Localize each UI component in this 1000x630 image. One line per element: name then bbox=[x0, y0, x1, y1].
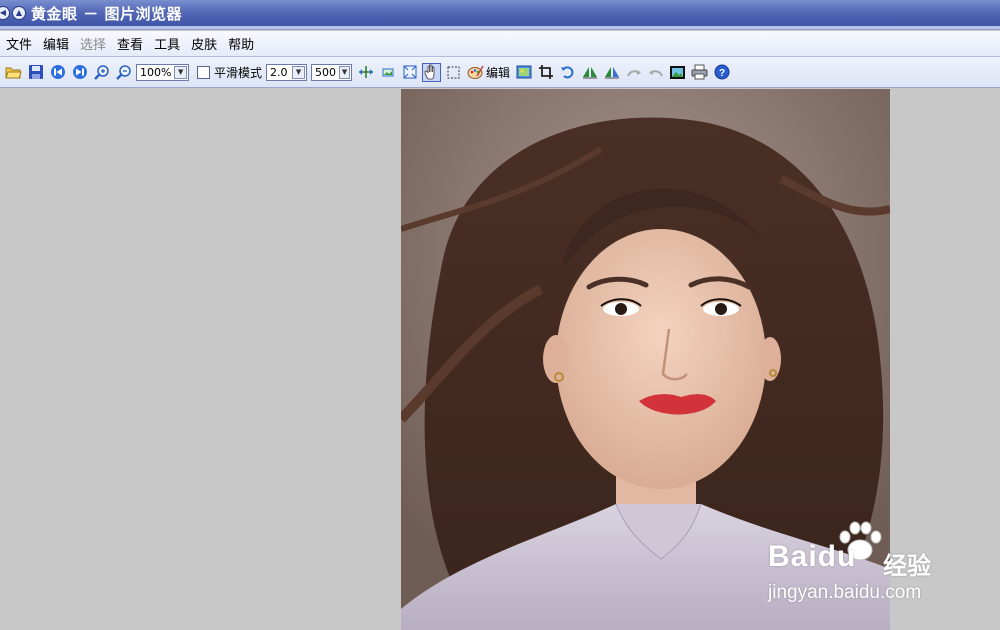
flip-horizontal-icon[interactable] bbox=[580, 63, 599, 82]
size-value: 500 bbox=[315, 65, 337, 79]
chevron-down-icon: ▼ bbox=[339, 65, 351, 79]
watermark: Baidu 经验 jingyan.baidu.com bbox=[765, 520, 955, 615]
undo-icon[interactable] bbox=[624, 63, 643, 82]
edit-label[interactable]: 编辑 bbox=[486, 64, 510, 81]
menu-file[interactable]: 文件 bbox=[6, 34, 32, 53]
chevron-down-icon: ▼ bbox=[174, 65, 187, 79]
menu-tools[interactable]: 工具 bbox=[154, 34, 180, 53]
fit-window-icon[interactable] bbox=[400, 63, 419, 82]
fit-width-icon[interactable] bbox=[356, 63, 375, 82]
edit-palette-icon[interactable] bbox=[466, 63, 485, 82]
menu-edit[interactable]: 编辑 bbox=[43, 34, 69, 53]
menu-bar: 文件 编辑 选择 查看 工具 皮肤 帮助 bbox=[0, 31, 1000, 57]
slideshow-icon[interactable] bbox=[668, 63, 687, 82]
menu-select[interactable]: 选择 bbox=[80, 34, 106, 53]
collapse-icon[interactable]: ▲ bbox=[12, 6, 26, 20]
print-icon[interactable] bbox=[690, 63, 709, 82]
toolbar: 100% ▼ 平滑模式 2.0 ▼ 500 ▼ 编辑 ? bbox=[0, 57, 1000, 88]
factor-select[interactable]: 2.0 ▼ bbox=[266, 63, 308, 81]
zoom-in-icon[interactable] bbox=[92, 63, 111, 82]
menu-view[interactable]: 查看 bbox=[117, 34, 143, 53]
watermark-url: jingyan.baidu.com bbox=[768, 582, 922, 603]
rotate-icon[interactable] bbox=[558, 63, 577, 82]
system-menu-icon[interactable]: ◀ bbox=[0, 6, 10, 20]
save-icon[interactable] bbox=[26, 63, 45, 82]
watermark-cn: 经验 bbox=[883, 552, 931, 580]
menu-help[interactable]: 帮助 bbox=[228, 34, 254, 53]
size-select[interactable]: 500 ▼ bbox=[311, 63, 353, 81]
crop-icon[interactable] bbox=[536, 63, 555, 82]
select-tool-icon[interactable] bbox=[444, 63, 463, 82]
actual-size-icon[interactable] bbox=[378, 63, 397, 82]
previous-icon[interactable] bbox=[48, 63, 67, 82]
watermark-brand: Baidu bbox=[768, 540, 857, 573]
svg-text:?: ? bbox=[718, 68, 724, 79]
window-title: 黄金眼 － 图片浏览器 bbox=[31, 4, 182, 23]
help-icon[interactable]: ? bbox=[712, 63, 731, 82]
next-icon[interactable] bbox=[70, 63, 89, 82]
zoom-value: 100% bbox=[140, 65, 172, 79]
zoom-select[interactable]: 100% ▼ bbox=[136, 63, 189, 81]
smooth-mode-label: 平滑模式 bbox=[214, 65, 263, 80]
redo-icon[interactable] bbox=[646, 63, 665, 82]
title-bar: ◀ ▲ 黄金眼 － 图片浏览器 bbox=[0, 0, 1000, 26]
title-divider bbox=[0, 26, 1000, 30]
chevron-down-icon: ▼ bbox=[292, 65, 306, 79]
menu-skin[interactable]: 皮肤 bbox=[191, 34, 217, 53]
image-adjust-icon[interactable] bbox=[514, 63, 533, 82]
hand-tool-icon[interactable] bbox=[422, 62, 442, 82]
zoom-out-icon[interactable] bbox=[114, 63, 133, 82]
open-folder-icon[interactable] bbox=[4, 63, 23, 82]
factor-value: 2.0 bbox=[270, 65, 288, 79]
image-viewport[interactable]: Baidu 经验 jingyan.baidu.com bbox=[0, 89, 1000, 630]
smooth-mode-checkbox[interactable] bbox=[197, 65, 210, 79]
flip-vertical-icon[interactable] bbox=[602, 63, 621, 82]
